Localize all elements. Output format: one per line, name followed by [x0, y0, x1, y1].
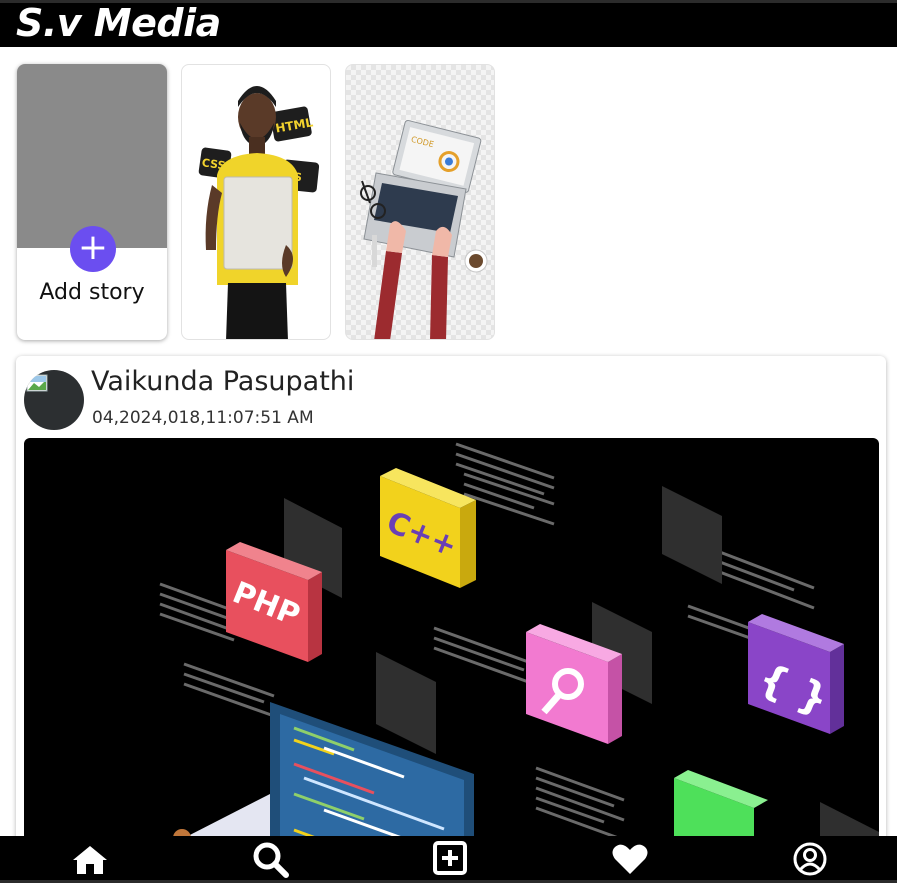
top-bar: S.v Media	[0, 0, 897, 47]
story-card[interactable]: HTML CSS JS	[181, 64, 331, 340]
story-image-developer: HTML CSS JS	[198, 86, 320, 339]
post-image[interactable]: C++ PHP { }	[24, 438, 879, 876]
nav-search-button[interactable]	[250, 840, 290, 878]
post-author[interactable]: Vaikunda Pasupathi	[91, 366, 354, 397]
story-image-laptop: CODE	[360, 119, 488, 339]
broken-image-icon	[26, 374, 48, 392]
nav-home-button[interactable]	[70, 840, 110, 878]
nav-profile-button[interactable]	[790, 840, 830, 878]
home-icon	[73, 846, 107, 874]
post-card: Vaikunda Pasupathi 04,2024,018,11:07:51 …	[16, 356, 886, 876]
post-timestamp: 04,2024,018,11:07:51 AM	[92, 408, 314, 428]
heart-icon	[612, 844, 648, 874]
plus-icon[interactable]: +	[70, 226, 116, 272]
avatar[interactable]	[24, 370, 84, 430]
add-story-cover	[17, 64, 167, 248]
nav-add-post-button[interactable]	[430, 840, 470, 878]
app-title[interactable]: S.v Media	[16, 1, 221, 45]
search-icon	[253, 842, 289, 878]
nav-likes-button[interactable]	[610, 840, 650, 878]
add-story-card[interactable]: + Add story	[17, 64, 167, 340]
programming-illustration: C++ PHP { }	[159, 442, 879, 876]
add-post-icon	[433, 841, 467, 875]
add-story-label: Add story	[39, 280, 145, 305]
story-card[interactable]: CODE	[345, 64, 495, 340]
bottom-nav	[0, 836, 897, 883]
profile-icon	[793, 842, 827, 876]
